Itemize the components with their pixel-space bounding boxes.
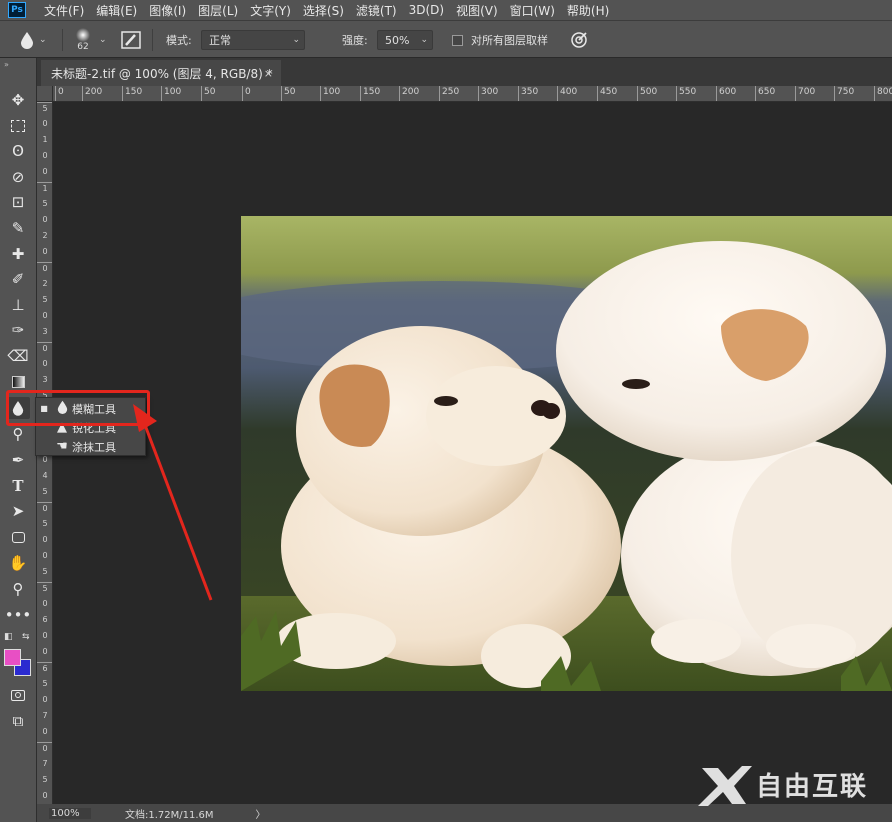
watermark-text: 自由互联 [756,771,869,802]
annotation-arrow [133,404,213,601]
watermark-logo-icon [698,766,752,806]
watermark: 自由互联 [696,762,868,806]
status-menu-arrow-icon[interactable]: 〉 [256,806,266,821]
document-size: 文档:1.72M/11.6M [125,809,214,821]
status-bar: 100% 文档:1.72M/11.6M 〉 [37,804,892,822]
zoom-level[interactable]: 100% [49,807,91,819]
